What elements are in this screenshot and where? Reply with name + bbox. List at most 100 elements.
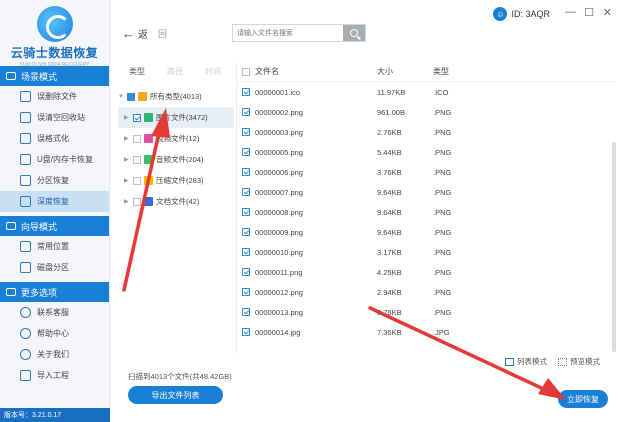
row-checkbox[interactable]	[242, 208, 250, 216]
caret-right-icon[interactable]: ▶	[124, 177, 130, 184]
menu-item-common-locations[interactable]: 常用位置	[0, 236, 109, 257]
select-all-checkbox[interactable]	[242, 67, 250, 76]
menu-item-recycle-bin[interactable]: 误清空回收站	[0, 107, 109, 128]
row-checkbox[interactable]	[242, 128, 250, 136]
section-scene-mode: 场景模式	[0, 66, 109, 86]
menu-item-label: 联系客服	[37, 308, 69, 317]
menu-item-contact-support[interactable]: 联系客服	[0, 302, 109, 323]
sidebar: 云骑士数据恢复 YUN QI SHI DATA RECOVERY 场景模式 误删…	[0, 0, 110, 422]
caret-right-icon[interactable]: ▶	[124, 156, 130, 163]
return-button[interactable]: 回	[158, 27, 167, 40]
row-checkbox[interactable]	[242, 228, 250, 236]
menu-item-deep-recovery[interactable]: 深度恢复	[0, 191, 109, 212]
tree-row-audio[interactable]: ▶ 音频文件(204)	[118, 149, 234, 170]
caret-down-icon[interactable]: ▼	[118, 94, 124, 100]
section-title: 场景模式	[21, 71, 58, 82]
table-row[interactable]: 00000012.png 2.94KB .PNG	[237, 282, 616, 302]
document-file-icon	[144, 197, 153, 206]
table-row[interactable]: 00000002.png 961.00B .PNG	[237, 102, 616, 122]
menu-item-format[interactable]: 误格式化	[0, 128, 109, 149]
recover-now-button[interactable]: 立即恢复	[558, 390, 608, 408]
menu-item-about[interactable]: 关于我们	[0, 344, 109, 365]
menu-item-help-center[interactable]: 帮助中心	[0, 323, 109, 344]
menu-item-label: 磁盘分区	[37, 263, 69, 272]
maximize-button[interactable]: ☐	[584, 6, 594, 19]
minimize-button[interactable]: —	[565, 6, 576, 18]
menu-item-partition-recovery[interactable]: 分区恢复	[0, 170, 109, 191]
checkbox-all-types[interactable]	[127, 92, 135, 101]
row-checkbox[interactable]	[242, 148, 250, 156]
checkbox-archives[interactable]	[133, 176, 141, 185]
table-row[interactable]: 00000010.png 3.17KB .PNG	[237, 242, 616, 262]
back-button[interactable]: ← 返	[122, 26, 148, 41]
list-mode-toggle[interactable]: 列表模式	[505, 356, 547, 367]
menu-item-label: 帮助中心	[37, 329, 69, 338]
row-checkbox[interactable]	[242, 248, 250, 256]
row-checkbox[interactable]	[242, 308, 250, 316]
menu-item-deleted-files[interactable]: 误删除文件	[0, 86, 109, 107]
user-id[interactable]: ☺ ID: 3AQR	[493, 7, 550, 21]
menu-item-usb-card[interactable]: U盘/内存卡恢复	[0, 149, 109, 170]
topbar: ← 返 回 ☺ ID: 3AQR — ☐ ✕	[110, 0, 620, 60]
caret-right-icon[interactable]: ▶	[124, 198, 130, 205]
preview-mode-toggle[interactable]: 预览模式	[558, 356, 600, 367]
close-button[interactable]: ✕	[603, 6, 612, 19]
user-id-label: ID: 3AQR	[511, 9, 550, 19]
column-header-size[interactable]: 大小	[377, 66, 433, 77]
scrollbar[interactable]	[612, 142, 616, 352]
table-row[interactable]: 00000003.png 2.76KB .PNG	[237, 122, 616, 142]
import-icon	[20, 370, 31, 381]
file-type: .PNG	[433, 187, 452, 197]
caret-right-icon[interactable]: ▶	[124, 114, 130, 121]
menu-item-import-project[interactable]: 导入工程	[0, 365, 109, 386]
file-name: 00000010.png	[255, 247, 303, 257]
table-row[interactable]: 00000008.png 9.64KB .PNG	[237, 202, 616, 222]
tree-row-documents[interactable]: ▶ 文档文件(42)	[118, 191, 234, 212]
row-checkbox[interactable]	[242, 168, 250, 176]
version-label: 版本号：3.21.0.17	[0, 408, 110, 422]
table-row[interactable]: 00000006.png 3.76KB .PNG	[237, 162, 616, 182]
tab-path[interactable]: 路径	[156, 66, 194, 77]
search-input[interactable]	[233, 25, 343, 41]
column-header-type[interactable]: 类型	[433, 66, 493, 77]
tree-row-videos[interactable]: ▶ 视频文件(12)	[118, 128, 234, 149]
file-size: 11.97KB	[377, 87, 406, 97]
menu-item-label: 误格式化	[37, 134, 69, 143]
row-checkbox[interactable]	[242, 108, 250, 116]
tree-row-label: 所有类型(4013)	[150, 92, 202, 101]
tree-row-archives[interactable]: ▶ 压缩文件(283)	[118, 170, 234, 191]
menu-item-label: 关于我们	[37, 350, 69, 359]
table-row[interactable]: 00000011.png 4.25KB .PNG	[237, 262, 616, 282]
arrow-left-icon: ←	[122, 26, 135, 41]
table-row[interactable]: 00000007.png 9.64KB .PNG	[237, 182, 616, 202]
export-file-list-button[interactable]: 导出文件列表	[128, 386, 223, 404]
row-checkbox[interactable]	[242, 88, 250, 96]
menu-item-label: 深度恢复	[37, 197, 69, 206]
caret-right-icon[interactable]: ▶	[124, 135, 130, 142]
search-button[interactable]	[343, 25, 365, 41]
table-row[interactable]: 00000005.png 5.44KB .PNG	[237, 142, 616, 162]
tree-row-all-types[interactable]: ▼ 所有类型(4013)	[118, 86, 234, 107]
file-type: .PNG	[433, 247, 452, 257]
column-header-name[interactable]: 文件名	[255, 66, 377, 77]
checkbox-audio[interactable]	[133, 155, 141, 164]
file-size: 3.76KB	[377, 307, 402, 317]
file-type: .PNG	[433, 307, 452, 317]
table-row[interactable]: 00000013.png 3.76KB .PNG	[237, 302, 616, 322]
tree-row-images[interactable]: ▶ 图片文件(3472)	[118, 107, 234, 128]
checkbox-videos[interactable]	[133, 134, 141, 143]
file-type: .PNG	[433, 127, 452, 137]
tab-time[interactable]: 时间	[194, 66, 232, 77]
row-checkbox[interactable]	[242, 188, 250, 196]
logo-icon	[36, 6, 73, 42]
table-row[interactable]: 00000009.png 9.64KB .PNG	[237, 222, 616, 242]
tab-type[interactable]: 类型	[118, 66, 156, 77]
menu-item-disk-partition[interactable]: 磁盘分区	[0, 257, 109, 278]
row-checkbox[interactable]	[242, 268, 250, 276]
table-row[interactable]: 00000001.ico 11.97KB .ICO	[237, 82, 616, 102]
row-checkbox[interactable]	[242, 328, 250, 336]
row-checkbox[interactable]	[242, 288, 250, 296]
checkbox-documents[interactable]	[133, 197, 141, 206]
table-row[interactable]: 00000014.jpg 7.36KB .JPG	[237, 322, 616, 342]
checkbox-images[interactable]	[133, 113, 141, 122]
